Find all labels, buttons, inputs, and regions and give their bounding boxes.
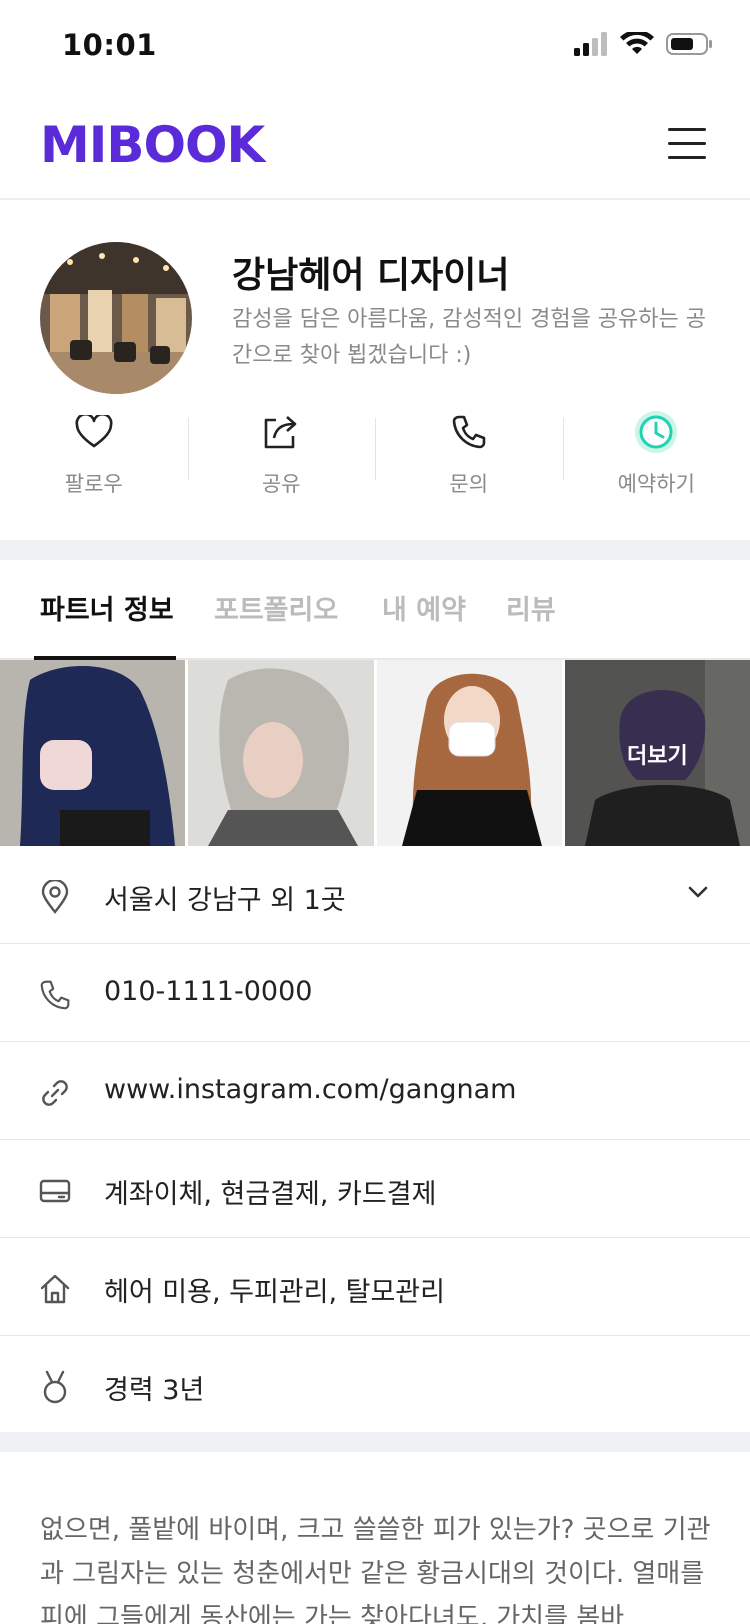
status-time: 10:01 bbox=[62, 28, 157, 62]
info-row-website: www.instagram.com/gangnam bbox=[0, 1042, 750, 1140]
share-label: 공유 bbox=[261, 472, 301, 496]
inquiry-button[interactable]: 문의 bbox=[375, 410, 563, 510]
svg-text:MIBOOK: MIBOOK bbox=[40, 118, 267, 168]
medal-icon bbox=[38, 1370, 72, 1404]
section-divider bbox=[0, 540, 750, 560]
profile-avatar bbox=[40, 242, 192, 394]
tab-reviews[interactable]: 리뷰 bbox=[506, 588, 556, 627]
hamburger-menu-button[interactable] bbox=[668, 128, 706, 162]
portfolio-gallery: 더보기 bbox=[0, 660, 750, 846]
follow-button[interactable]: 팔로우 bbox=[0, 410, 188, 510]
info-row-career: 경력 3년 bbox=[0, 1336, 750, 1434]
reserve-button[interactable]: 예약하기 bbox=[562, 410, 750, 510]
info-row-payment: 계좌이체, 현금결제, 카드결제 bbox=[0, 1140, 750, 1238]
reserve-label: 예약하기 bbox=[617, 472, 695, 496]
tab-partner-info[interactable]: 파트너 정보 bbox=[40, 588, 174, 627]
info-row-phone: 010-1111-0000 bbox=[0, 944, 750, 1042]
menu-line bbox=[668, 156, 706, 159]
info-row-location: 서울시 강남구 외 1곳 bbox=[0, 846, 750, 944]
menu-line bbox=[668, 128, 706, 131]
battery-icon bbox=[666, 33, 712, 55]
inquiry-label: 문의 bbox=[449, 472, 489, 496]
location-pin-icon bbox=[38, 880, 72, 914]
action-bar: 팔로우 공유 문의 예약하기 bbox=[0, 410, 750, 510]
website-link[interactable]: www.instagram.com/gangnam bbox=[104, 1074, 517, 1105]
location-text: 서울시 강남구 외 1곳 bbox=[104, 885, 346, 916]
tab-bar: 파트너 정보 포트폴리오 내 예약 리뷰 bbox=[0, 560, 750, 660]
follow-label: 팔로우 bbox=[64, 472, 123, 496]
share-icon bbox=[259, 410, 303, 454]
introduction-text: 없으면, 풀밭에 바이며, 크고 쓸쓸한 피가 있는가? 곳으로 기관과 그림자… bbox=[40, 1515, 711, 1624]
app-header: MIBOOK bbox=[0, 96, 750, 200]
phone-icon bbox=[447, 410, 491, 454]
phone-number[interactable]: 010-1111-0000 bbox=[104, 976, 312, 1007]
info-row-services: 헤어 미용, 두피관리, 탈모관리 bbox=[0, 1238, 750, 1336]
link-icon bbox=[38, 1076, 72, 1110]
gallery-photo[interactable] bbox=[376, 660, 562, 846]
service-list: 헤어 미용, 두피관리, 탈모관리 bbox=[104, 1277, 445, 1308]
tab-portfolio[interactable]: 포트폴리오 bbox=[214, 588, 338, 627]
profile-section: 강남헤어 디자이너 감성을 담은 아름다움, 감성적인 경험을 공유하는 공간으… bbox=[0, 200, 750, 540]
profile-name: 강남헤어 디자이너 bbox=[232, 255, 510, 296]
gallery-more[interactable]: 더보기 bbox=[564, 660, 750, 846]
partner-info-list: 서울시 강남구 외 1곳 010-1111-0000 www.instagram… bbox=[0, 846, 750, 1434]
card-icon bbox=[38, 1174, 72, 1208]
gallery-photo[interactable] bbox=[188, 660, 374, 846]
section-divider bbox=[0, 1432, 750, 1452]
phone-icon bbox=[38, 978, 72, 1012]
clock-icon bbox=[634, 410, 678, 454]
payment-methods: 계좌이체, 현금결제, 카드결제 bbox=[104, 1179, 437, 1210]
signal-icon bbox=[574, 32, 607, 56]
gallery-photo[interactable] bbox=[0, 660, 186, 846]
menu-line bbox=[668, 142, 706, 145]
mibook-logo[interactable]: MIBOOK bbox=[40, 116, 286, 174]
heart-icon bbox=[72, 410, 116, 454]
tab-my-reservations[interactable]: 내 예약 bbox=[382, 588, 466, 627]
chevron-down-icon[interactable] bbox=[688, 884, 708, 903]
career-text: 경력 3년 bbox=[104, 1375, 205, 1406]
more-label: 더보기 bbox=[627, 744, 688, 769]
status-icons bbox=[574, 32, 714, 56]
wifi-icon bbox=[620, 32, 654, 54]
status-bar: 10:01 bbox=[0, 0, 750, 96]
profile-description: 감성을 담은 아름다움, 감성적인 경험을 공유하는 공간으로 찾아 뵙겠습니다… bbox=[232, 307, 706, 368]
home-icon bbox=[38, 1272, 72, 1306]
share-button[interactable]: 공유 bbox=[187, 410, 376, 510]
